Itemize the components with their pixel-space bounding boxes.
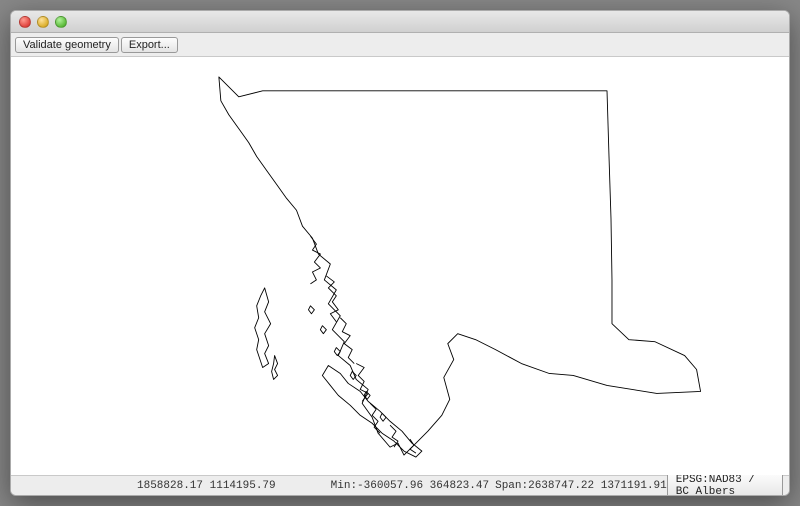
projection-display[interactable]: EPSG:NAD83 / BC Albers: [667, 472, 783, 497]
zoom-icon[interactable]: [55, 16, 67, 28]
map-canvas[interactable]: [11, 57, 789, 475]
minimize-icon[interactable]: [37, 16, 49, 28]
cursor-y: 1114195.79: [210, 480, 276, 492]
extent-span: Span:2638747.22 1371191.91: [495, 480, 667, 492]
map-svg: [11, 57, 789, 475]
titlebar: [11, 11, 789, 33]
british-columbia-outline: [219, 77, 701, 457]
min-x: -360057.96: [357, 480, 423, 492]
span-x: 2638747.22: [528, 480, 594, 492]
close-icon[interactable]: [19, 16, 31, 28]
export-button[interactable]: Export...: [121, 37, 178, 53]
span-y: 1371191.91: [601, 480, 667, 492]
status-bar: 1858828.17 1114195.79 Min:-360057.96 364…: [11, 475, 789, 495]
min-label: Min:: [331, 480, 357, 492]
validate-geometry-button[interactable]: Validate geometry: [15, 37, 119, 53]
cursor-coordinates: 1858828.17 1114195.79: [137, 480, 276, 492]
cursor-x: 1858828.17: [137, 480, 203, 492]
app-window: Validate geometry Export...: [10, 10, 790, 496]
toolbar: Validate geometry Export...: [11, 33, 789, 57]
min-y: 364823.47: [430, 480, 489, 492]
extent-min: Min:-360057.96 364823.47: [331, 480, 489, 492]
span-label: Span:: [495, 480, 528, 492]
